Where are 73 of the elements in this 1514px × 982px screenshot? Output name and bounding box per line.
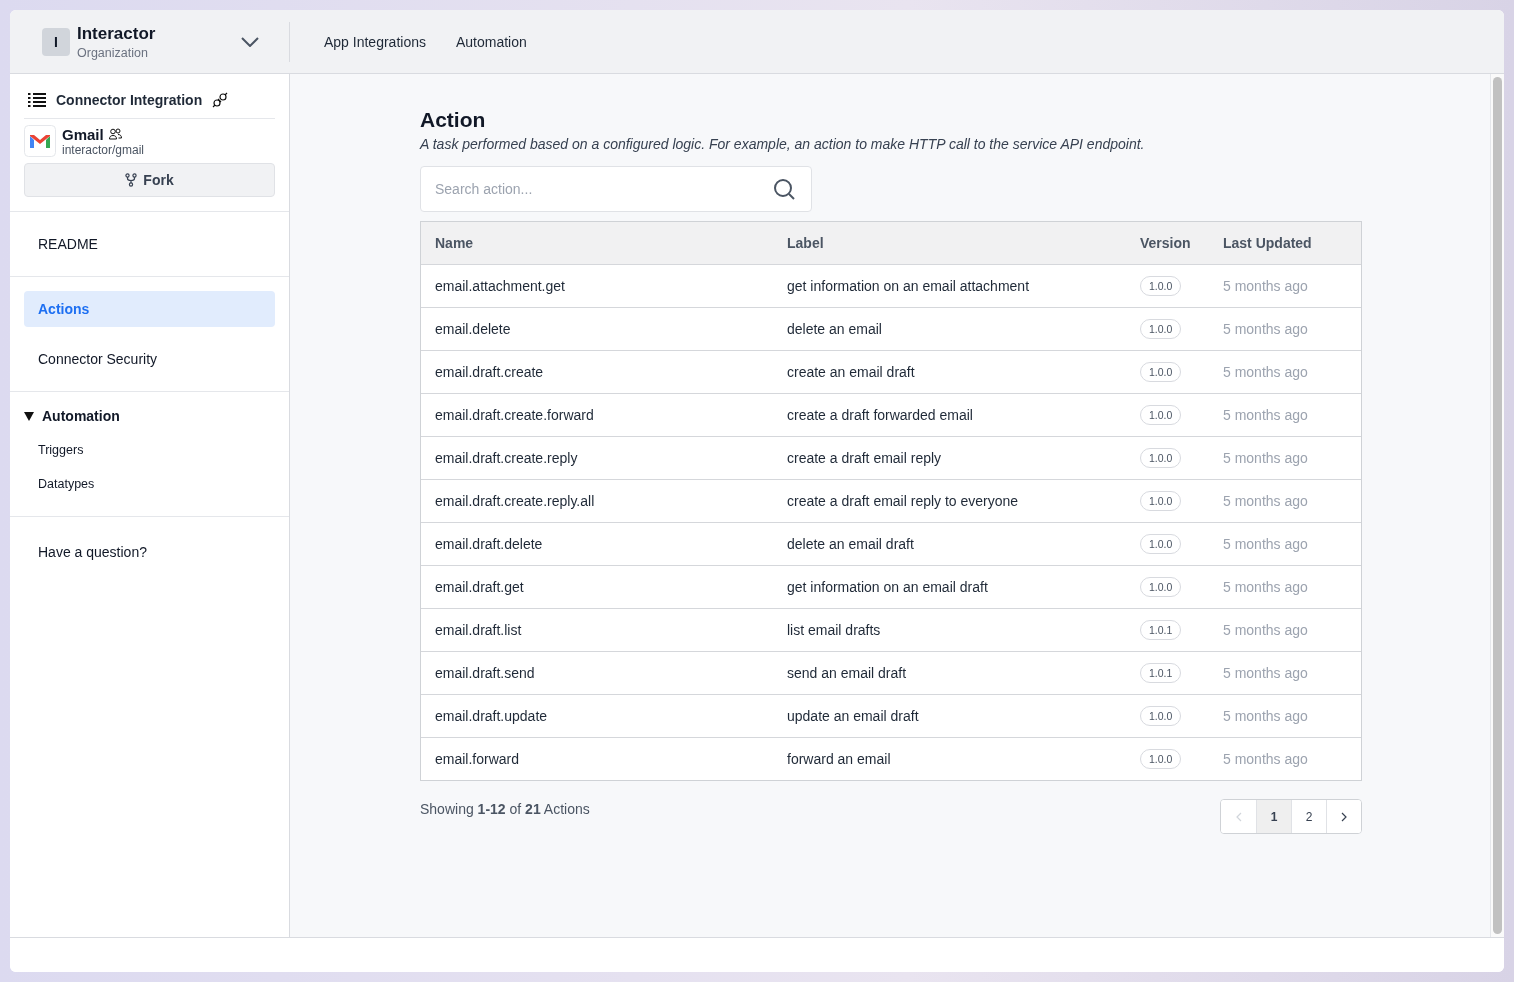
chevron-left-icon — [1235, 811, 1242, 822]
table-cell-text: 5 months ago — [1223, 407, 1309, 423]
table-cell-text: get information on an email draft — [787, 579, 989, 595]
table-cell-text: forward an email — [787, 751, 892, 767]
table-cell-text: email.draft.send — [435, 665, 536, 681]
table-cell-text: 5 months ago — [1223, 751, 1309, 767]
fork-icon — [125, 173, 138, 187]
table-cell-text: 5 months ago — [1223, 708, 1309, 724]
table-cell-text: delete an email draft — [787, 536, 915, 552]
table-cell-text: 5 months ago — [1223, 579, 1309, 595]
table-cell-text: email.draft.create.reply.all — [435, 493, 596, 509]
table-cell-text: email.draft.create — [435, 364, 545, 380]
search-icon — [772, 177, 796, 201]
table-cell-text: update an email draft — [787, 708, 920, 724]
column-header: Name — [435, 235, 475, 251]
list-icon — [28, 93, 46, 107]
sidebar-subitem[interactable]: Triggers — [24, 434, 275, 468]
org-name: Interactor — [77, 23, 157, 44]
org-avatar: I — [42, 27, 70, 56]
fork-button[interactable]: Fork — [24, 163, 275, 197]
sidebar-item[interactable]: Actions — [24, 291, 275, 327]
page-description: A task performed based on a configured logic. For example, an action to make HTTP call to the service API endpoint. — [420, 136, 1146, 152]
table-cell-text: 5 months ago — [1223, 278, 1309, 294]
table-cell-text: create an email draft — [787, 364, 916, 380]
results-summary: Showing 1-12 of 21 Actions — [420, 801, 590, 817]
table-cell-text: email.draft.delete — [435, 536, 544, 552]
table-cell-text: get information on an email attachment — [787, 278, 1031, 294]
triangle-icon — [24, 411, 34, 421]
column-header: Version — [1140, 235, 1192, 251]
users-icon — [108, 128, 122, 140]
table-cell-text: 5 months ago — [1223, 364, 1309, 380]
section-title: Connector Integration — [56, 92, 203, 108]
page-title: Action — [420, 108, 487, 132]
table-cell-text: email.draft.list — [435, 622, 523, 638]
search-field[interactable]: Search action... — [420, 166, 812, 212]
table-cell-text: list email drafts — [787, 622, 882, 638]
column-header: Label — [787, 235, 825, 251]
chevron-down-icon[interactable] — [241, 36, 259, 47]
nav-link[interactable]: App Integrations — [324, 33, 426, 50]
table-cell-text: send an email draft — [787, 665, 908, 681]
chevron-right-icon — [1341, 811, 1347, 822]
mail-logo-icon — [24, 125, 56, 157]
table-cell-text: create a draft forwarded email — [787, 407, 974, 423]
table-cell-text: 5 months ago — [1223, 622, 1309, 638]
table-cell-text: delete an email — [787, 321, 883, 337]
nav-link[interactable]: Automation — [455, 33, 527, 50]
sidebar-item[interactable]: Connector Security — [24, 341, 275, 377]
table-cell-text: create a draft email reply — [787, 450, 943, 466]
table-cell-text: 5 months ago — [1223, 450, 1309, 466]
table-cell-text: email.delete — [435, 321, 512, 337]
connector-path: interactor/gmail — [62, 142, 145, 157]
table-cell-text: email.draft.update — [435, 708, 549, 724]
table-cell-text: email.forward — [435, 751, 521, 767]
page-button[interactable]: 1 — [1256, 800, 1291, 833]
table-cell-text: 5 months ago — [1223, 321, 1309, 337]
table-cell-text: 5 months ago — [1223, 493, 1309, 509]
column-header: Last Updated — [1223, 235, 1313, 251]
table-cell-text: 5 months ago — [1223, 665, 1309, 681]
org-type: Organization — [77, 45, 149, 60]
sidebar-item[interactable]: README — [24, 226, 275, 262]
connector-name: Gmail — [62, 125, 104, 143]
next-page-button[interactable] — [1326, 800, 1361, 833]
automation-label: Automation — [42, 408, 120, 424]
table-cell-text: email.draft.get — [435, 579, 525, 595]
table-cell-text: create a draft email reply to everyone — [787, 493, 1020, 509]
table-cell-text: email.attachment.get — [435, 278, 566, 294]
table-cell-text: 5 months ago — [1223, 536, 1309, 552]
table-cell-text: email.draft.create.reply — [435, 450, 579, 466]
table-cell-text: email.draft.create.forward — [435, 407, 595, 423]
help-link[interactable]: Have a question? — [38, 544, 147, 560]
plug-icon — [212, 92, 229, 108]
automation-toggle[interactable]: Automation — [24, 408, 275, 424]
sidebar-subitem[interactable]: Datatypes — [24, 468, 275, 502]
